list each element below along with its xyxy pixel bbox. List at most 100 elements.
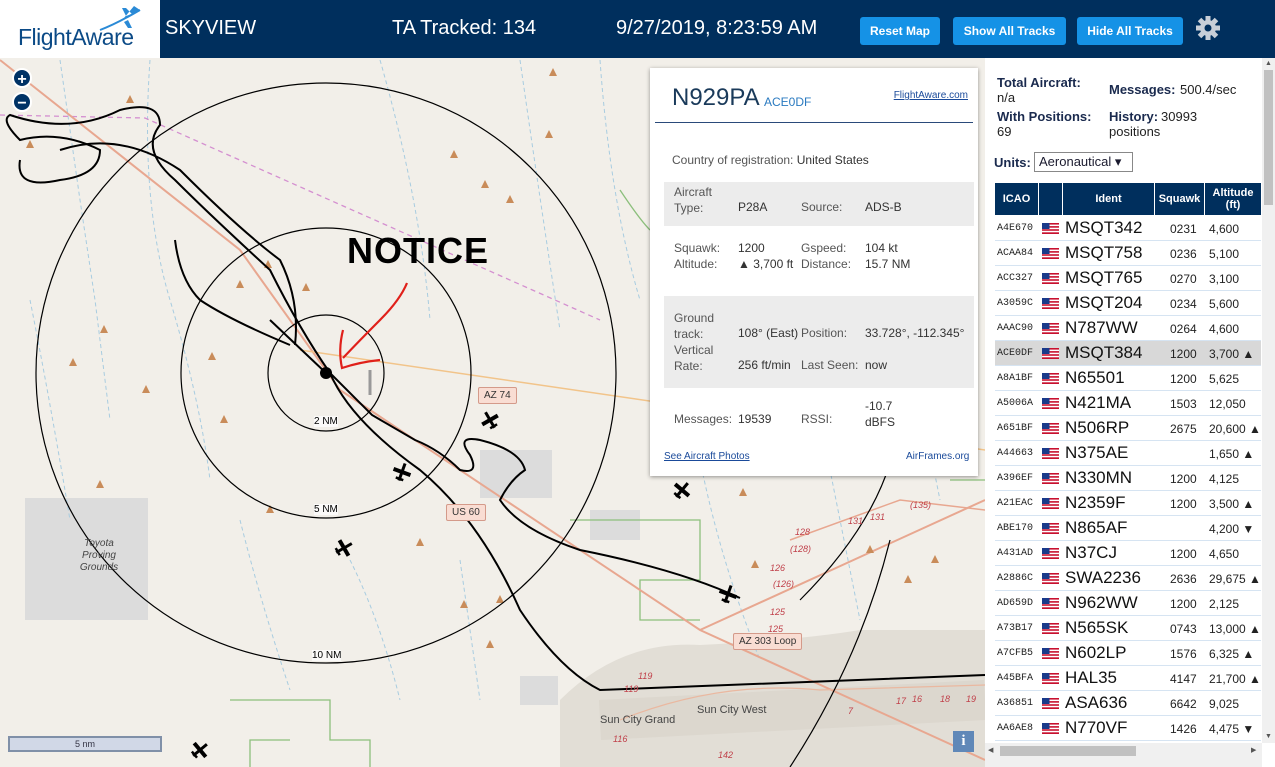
route-number: 16 [912,694,922,704]
route-number: (126) [773,579,794,589]
horizontal-scroll-thumb[interactable] [1000,746,1136,756]
route-number: 119 [624,684,638,694]
messages-block: Messages: 19539 RSSI: -10.7 dBFS [664,398,974,438]
table-row[interactable]: A5006A N421MA 1503 12,050 [995,391,1261,416]
zoom-out-button[interactable]: − [12,92,32,112]
row-squawk: 0234 [1170,297,1197,311]
table-row[interactable]: A44663 N375AE 1,650 ▲ [995,441,1261,466]
messages-rate-label: Messages: [1109,82,1176,97]
row-altitude: 3,100 [1209,272,1240,286]
route-number: 18 [940,694,950,704]
vertical-scrollbar[interactable]: ▲ ▼ [1262,58,1275,743]
datetime: 9/27/2019, 8:23:59 AM [616,17,818,39]
table-row[interactable]: A2886C SWA2236 2636 29,675 ▲ [995,566,1261,591]
squawk-value: 1200 [738,241,765,255]
units-select[interactable]: Aeronautical ▾ [1034,152,1133,172]
row-ident: MSQT758 [1065,243,1143,262]
info-icon[interactable]: i [953,731,974,752]
row-ident: HAL35 [1065,668,1117,687]
aircraft-table-header: ICAO Ident Squawk Altitude (ft) [995,183,1261,215]
units-label: Units: [994,155,1031,170]
row-icao: ACC327 [997,273,1034,284]
table-row[interactable]: A431AD N37CJ 1200 4,650 [995,541,1261,566]
row-ident: N770VF [1065,718,1128,737]
row-squawk: 1200 [1170,547,1197,561]
table-row[interactable]: AAAC90 N787WW 0264 4,600 [995,316,1261,341]
show-all-tracks-button[interactable]: Show All Tracks [953,17,1066,45]
with-positions-label: With Positions: [997,109,1092,124]
col-flag[interactable] [1039,183,1063,215]
place-label-sun-city-west: Sun City West [697,704,767,716]
flightaware-link[interactable]: FlightAware.com [894,90,968,101]
row-ident: N65501 [1065,368,1125,387]
road-badge-az74: AZ 74 [478,387,517,404]
route-number: 19 [966,694,976,704]
scale-bar: 5 nm [8,736,162,752]
row-squawk: 6642 [1170,697,1197,711]
scroll-up-icon[interactable]: ▲ [1265,60,1272,67]
table-row[interactable]: A7CFB5 N602LP 1576 6,325 ▲ [995,641,1261,666]
table-row[interactable]: ABE170 N865AF 4,200 ▼ [995,516,1261,541]
table-row[interactable]: A21EAC N2359F 1200 3,500 ▲ [995,491,1261,516]
row-squawk: 1200 [1170,347,1197,361]
history-value: 30993 positions [1109,109,1198,139]
squawk-block: Squawk: 1200 Gspeed: 104 kt Altitude: ▲ … [664,238,974,288]
table-row[interactable]: A8A1BF N65501 1200 5,625 [995,366,1261,391]
route-number: 119 [638,671,652,681]
col-squawk[interactable]: Squawk [1155,183,1205,215]
row-ident: MSQT342 [1065,218,1143,237]
table-row[interactable]: A36851 ASA636 6642 9,025 [995,691,1261,716]
top-bar: FlightAware SKYVIEW TA Tracked: 134 9/27… [0,0,1275,58]
scroll-right-icon[interactable]: ▶ [1251,746,1256,754]
position-label: Position: [801,326,848,340]
row-altitude: 5,625 [1209,372,1240,386]
table-row[interactable]: A3059C MSQT204 0234 5,600 [995,291,1261,316]
us-flag-icon [1042,723,1059,734]
logo-text: FlightAware [18,24,134,50]
col-altitude[interactable]: Altitude (ft) [1205,183,1261,215]
gear-icon[interactable] [1195,15,1221,41]
row-altitude: 3,500 ▲ [1209,497,1255,511]
source-label: Source: [801,200,843,214]
scroll-down-icon[interactable]: ▼ [1265,733,1272,740]
col-icao[interactable]: ICAO [995,183,1039,215]
table-row[interactable]: A651BF N506RP 2675 20,600 ▲ [995,416,1261,441]
us-flag-icon [1042,498,1059,509]
vertical-scroll-thumb[interactable] [1264,70,1273,205]
table-row[interactable]: ACAA84 MSQT758 0236 5,100 [995,241,1261,266]
table-row[interactable]: A73B17 N565SK 0743 13,000 ▲ [995,616,1261,641]
row-icao: A21EAC [997,498,1034,509]
row-icao: A3059C [997,298,1034,309]
reset-map-button[interactable]: Reset Map [860,17,940,45]
airframes-link[interactable]: AirFrames.org [906,451,969,462]
row-squawk: 1200 [1170,372,1197,386]
row-ident: N375AE [1065,443,1129,462]
table-row[interactable]: AA6AE8 N770VF 1426 4,475 ▼ [995,716,1261,741]
table-row[interactable]: A396EF N330MN 1200 4,125 [995,466,1261,491]
row-icao: ABE170 [997,523,1034,534]
map-view[interactable]: 131 131 (135) 128 (128) (126) 126 125 12… [0,58,985,767]
row-icao: A45BFA [997,673,1034,684]
row-icao: A5006A [997,398,1034,409]
col-ident[interactable]: Ident [1063,183,1155,215]
us-flag-icon [1042,373,1059,384]
table-row[interactable]: A4E670 MSQT342 0231 4,600 [995,216,1261,241]
hide-all-tracks-button[interactable]: Hide All Tracks [1077,17,1183,45]
table-row[interactable]: ACE0DF MSQT384 1200 3,700 ▲ [995,341,1261,366]
row-altitude: 9,025 [1209,697,1240,711]
row-altitude: 3,700 ▲ [1209,347,1255,361]
table-row[interactable]: ACC327 MSQT765 0270 3,100 [995,266,1261,291]
aircraft-photos-link[interactable]: See Aircraft Photos [664,451,750,462]
table-row[interactable]: A45BFA HAL35 4147 21,700 ▲ [995,666,1261,691]
table-row[interactable]: AD659D N962WW 1200 2,125 [995,591,1261,616]
flightaware-logo[interactable]: FlightAware [0,0,160,58]
row-ident: MSQT765 [1065,268,1143,287]
zoom-in-button[interactable]: + [12,68,32,88]
messages-label: Messages: [674,412,733,426]
row-altitude: 4,650 [1209,547,1240,561]
route-number: 128 [795,527,810,537]
popup-divider [655,122,973,123]
rssi-value: -10.7 dBFS [865,399,896,429]
scroll-left-icon[interactable]: ◀ [988,746,993,754]
horizontal-scrollbar[interactable]: ◀ ▶ [985,743,1262,767]
